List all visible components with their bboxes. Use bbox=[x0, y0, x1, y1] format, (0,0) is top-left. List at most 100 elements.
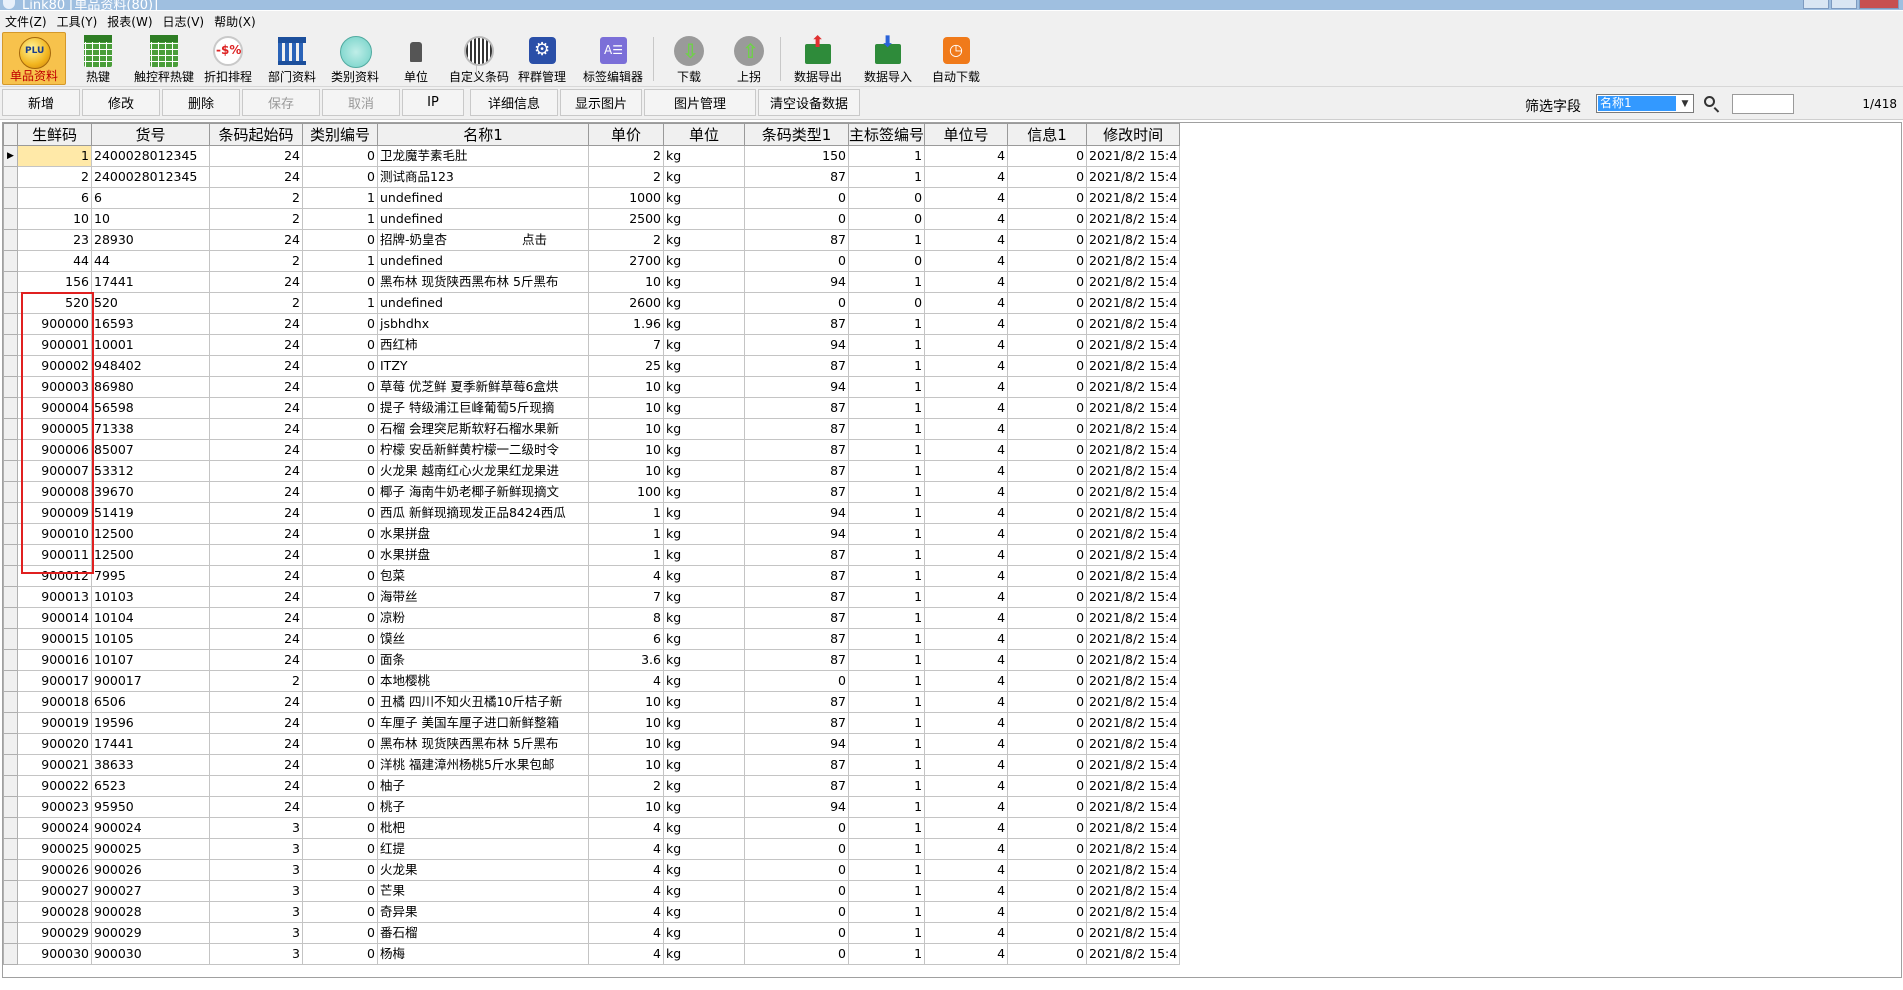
table-cell[interactable]: 156 bbox=[17, 271, 92, 293]
table-cell[interactable]: 0 bbox=[302, 880, 378, 902]
table-cell[interactable]: 4 bbox=[588, 880, 664, 902]
table-cell[interactable]: 0 bbox=[302, 670, 378, 692]
table-cell[interactable]: 水果拼盘 bbox=[377, 523, 589, 545]
table-cell[interactable]: 900027 bbox=[17, 880, 92, 902]
table-cell[interactable]: 4 bbox=[588, 943, 664, 965]
table-cell[interactable]: 2021/8/2 15:4 bbox=[1086, 880, 1181, 902]
table-cell[interactable]: 87 bbox=[744, 439, 849, 461]
table-cell[interactable]: kg bbox=[663, 313, 745, 335]
table-cell[interactable]: 2021/8/2 15:4 bbox=[1086, 901, 1181, 923]
table-cell[interactable]: 4 bbox=[924, 922, 1009, 944]
table-row[interactable]: 900005 71338 24 0 石榴 会理突尼斯软籽石榴水果新 10 kg 87 1 4 0 20… bbox=[3, 418, 1181, 440]
menu-item[interactable]: 报表(W) bbox=[102, 13, 157, 30]
table-cell[interactable]: 24 bbox=[209, 691, 303, 713]
table-cell[interactable]: 12500 bbox=[91, 544, 210, 566]
table-cell[interactable]: 87 bbox=[744, 397, 849, 419]
table-cell[interactable]: 2 bbox=[17, 166, 92, 188]
table-cell[interactable]: 0 bbox=[1007, 796, 1088, 818]
table-row[interactable]: 900016 10107 24 0 面条 3.6 kg 87 1 4 0 2021/8/2 15:4 bbox=[3, 649, 1181, 671]
table-cell[interactable]: 87 bbox=[744, 460, 849, 482]
table-cell[interactable]: 4 bbox=[588, 670, 664, 692]
table-cell[interactable]: 3 bbox=[209, 859, 303, 881]
row-indicator[interactable] bbox=[3, 355, 18, 377]
table-cell[interactable]: 椰子 海南牛奶老椰子新鲜现摘文 bbox=[377, 481, 589, 503]
table-cell[interactable]: 44 bbox=[91, 250, 210, 272]
table-cell[interactable]: 4 bbox=[924, 418, 1009, 440]
table-cell[interactable]: 1 bbox=[847, 922, 926, 944]
table-cell[interactable]: kg bbox=[663, 712, 745, 734]
column-header[interactable]: 信息1 bbox=[1007, 123, 1088, 146]
table-cell[interactable]: 86980 bbox=[91, 376, 210, 398]
table-cell[interactable]: kg bbox=[663, 922, 745, 944]
table-cell[interactable]: 24 bbox=[209, 376, 303, 398]
table-cell[interactable]: 10 bbox=[588, 712, 664, 734]
table-cell[interactable]: 海带丝 bbox=[377, 586, 589, 608]
table-row[interactable]: 900004 56598 24 0 提子 特级浦江巨峰葡萄5斤现摘 10 kg 87 1 4 0 20… bbox=[3, 397, 1181, 419]
table-cell[interactable]: 24 bbox=[209, 334, 303, 356]
table-row[interactable]: 900025 900025 3 0 红提 4 kg 0 1 4 0 2021/8/2 15:4 bbox=[3, 838, 1181, 860]
table-cell[interactable]: kg bbox=[663, 334, 745, 356]
table-cell[interactable]: kg bbox=[663, 523, 745, 545]
table-cell[interactable]: 2021/8/2 15:4 bbox=[1086, 334, 1181, 356]
table-cell[interactable]: kg bbox=[663, 544, 745, 566]
row-indicator[interactable] bbox=[3, 187, 18, 209]
table-cell[interactable]: 0 bbox=[1007, 607, 1088, 629]
table-cell[interactable]: 0 bbox=[1007, 397, 1088, 419]
table-cell[interactable]: kg bbox=[663, 145, 745, 167]
table-cell[interactable]: 1000 bbox=[588, 187, 664, 209]
table-cell[interactable]: 900017 bbox=[91, 670, 210, 692]
table-cell[interactable]: 洋桃 福建漳州杨桃5斤水果包邮 bbox=[377, 754, 589, 776]
table-cell[interactable]: 900004 bbox=[17, 397, 92, 419]
table-cell[interactable]: 24 bbox=[209, 628, 303, 650]
table-cell[interactable]: 西瓜 新鲜现摘现发正品8424西瓜 bbox=[377, 502, 589, 524]
table-cell[interactable]: 1 bbox=[847, 775, 926, 797]
table-cell[interactable]: 900008 bbox=[17, 481, 92, 503]
table-cell[interactable]: kg bbox=[663, 376, 745, 398]
table-cell[interactable]: 2400028012345 bbox=[91, 145, 210, 167]
table-cell[interactable]: 24 bbox=[209, 565, 303, 587]
table-cell[interactable]: 24 bbox=[209, 229, 303, 251]
table-cell[interactable]: 测试商品123 bbox=[377, 166, 589, 188]
row-indicator[interactable] bbox=[3, 943, 18, 965]
table-cell[interactable]: 0 bbox=[302, 733, 378, 755]
table-cell[interactable]: 900000 bbox=[17, 313, 92, 335]
table-cell[interactable]: 10 bbox=[588, 796, 664, 818]
table-cell[interactable]: 4 bbox=[924, 943, 1009, 965]
table-cell[interactable]: 0 bbox=[1007, 670, 1088, 692]
table-cell[interactable]: 24 bbox=[209, 775, 303, 797]
table-cell[interactable]: 2021/8/2 15:4 bbox=[1086, 313, 1181, 335]
table-cell[interactable]: 0 bbox=[1007, 922, 1088, 944]
maximize-button[interactable] bbox=[1831, 0, 1857, 9]
table-cell[interactable]: 1 bbox=[847, 271, 926, 293]
table-cell[interactable]: 4 bbox=[924, 313, 1009, 335]
menu-item[interactable]: 日志(V) bbox=[158, 13, 210, 30]
table-cell[interactable]: 1 bbox=[302, 208, 378, 230]
table-cell[interactable]: 2 bbox=[209, 187, 303, 209]
table-cell[interactable]: 2 bbox=[588, 775, 664, 797]
table-cell[interactable]: 2021/8/2 15:4 bbox=[1086, 670, 1181, 692]
table-cell[interactable]: 0 bbox=[1007, 943, 1088, 965]
table-cell[interactable]: 0 bbox=[1007, 754, 1088, 776]
table-cell[interactable]: kg bbox=[663, 418, 745, 440]
table-cell[interactable]: 4 bbox=[924, 880, 1009, 902]
table-cell[interactable]: kg bbox=[663, 397, 745, 419]
table-cell[interactable]: 0 bbox=[847, 187, 926, 209]
table-row[interactable]: 44 44 2 1 undefined 2700 kg 0 0 4 0 2021/8/2 15:4 bbox=[3, 250, 1181, 272]
table-cell[interactable]: 1 bbox=[847, 481, 926, 503]
table-cell[interactable]: 1 bbox=[847, 943, 926, 965]
row-indicator[interactable] bbox=[3, 796, 18, 818]
column-header[interactable]: 货号 bbox=[91, 123, 210, 146]
table-cell[interactable]: 24 bbox=[209, 460, 303, 482]
table-cell[interactable]: 1 bbox=[847, 880, 926, 902]
table-row[interactable]: 900014 10104 24 0 凉粉 8 kg 87 1 4 0 2021/8/2 15:4 bbox=[3, 607, 1181, 629]
table-cell[interactable]: 1 bbox=[847, 817, 926, 839]
action-button[interactable]: 图片管理 bbox=[644, 89, 756, 116]
row-indicator[interactable] bbox=[3, 565, 18, 587]
column-header[interactable]: 单位 bbox=[663, 123, 745, 146]
table-cell[interactable]: 900020 bbox=[17, 733, 92, 755]
table-cell[interactable]: 28930 bbox=[91, 229, 210, 251]
table-cell[interactable]: 1 bbox=[847, 628, 926, 650]
table-cell[interactable]: 87 bbox=[744, 586, 849, 608]
table-cell[interactable]: 24 bbox=[209, 586, 303, 608]
table-cell[interactable]: kg bbox=[663, 460, 745, 482]
